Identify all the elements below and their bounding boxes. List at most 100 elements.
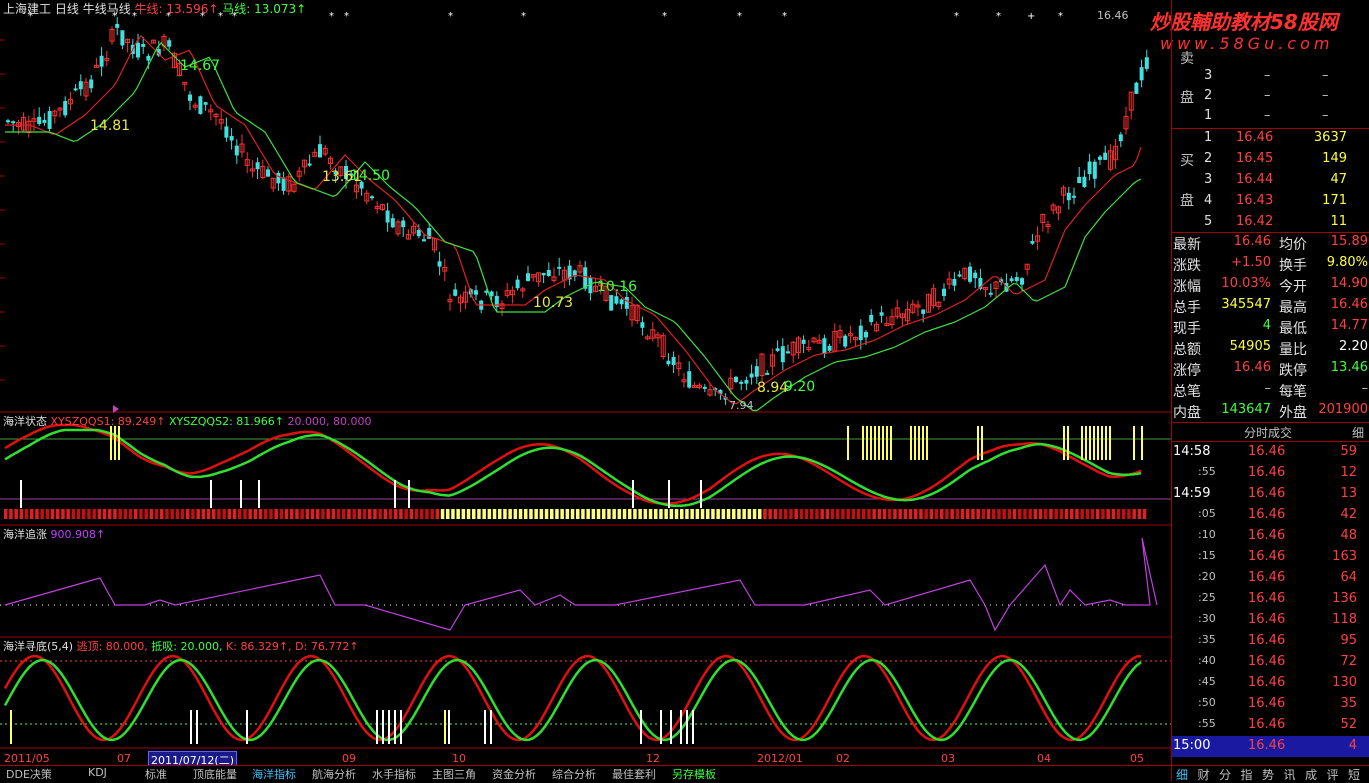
- right-tab[interactable]: 势: [1262, 766, 1274, 783]
- candle-body: [1139, 67, 1144, 81]
- tick-volume: 136: [1332, 591, 1357, 606]
- tab-save-template[interactable]: 另存模板: [672, 766, 716, 781]
- right-tab[interactable]: 短: [1348, 766, 1360, 783]
- right-tab[interactable]: 指: [1241, 766, 1253, 783]
- state-strip-bar: [258, 509, 263, 519]
- tick-price: 16.46: [1248, 465, 1286, 480]
- tab-comprehensive-analysis[interactable]: 综合分析: [552, 766, 596, 781]
- right-tab[interactable]: 讯: [1284, 766, 1296, 783]
- tick-time: :40: [1198, 654, 1216, 667]
- state-strip-bar: [295, 509, 299, 519]
- candle-body: [624, 297, 629, 309]
- state-strip-bar: [477, 509, 481, 519]
- state-strip-bar: [1023, 509, 1027, 519]
- panel3-label-escape: 逃顶:: [76, 640, 103, 653]
- tick-row: 14:59 16.46 13: [1172, 484, 1369, 505]
- state-strip-bar: [144, 509, 148, 519]
- state-strip-bar: [76, 509, 81, 519]
- state-strip-bar: [841, 509, 845, 519]
- xaxis-label: 10: [452, 752, 466, 765]
- quote-label: 涨停: [1173, 363, 1201, 379]
- right-tab[interactable]: 评: [1327, 766, 1339, 783]
- tab-dde[interactable]: DDE决策: [6, 766, 52, 781]
- tab-main-triangle[interactable]: 主图三角: [432, 766, 476, 781]
- candle-body: [869, 314, 874, 322]
- tab-ocean-indicator[interactable]: 海洋指标: [252, 766, 296, 781]
- signal-bar: [914, 426, 916, 460]
- tick-time: :25: [1198, 591, 1216, 604]
- quote-label: 现手: [1173, 321, 1201, 337]
- order-level: 3: [1204, 172, 1213, 187]
- candle-body: [822, 338, 827, 354]
- right-tab[interactable]: 分: [1219, 766, 1231, 783]
- tick-time: :20: [1198, 570, 1216, 583]
- candle-body: [942, 288, 946, 296]
- star-marker: *: [448, 11, 453, 22]
- candle-body: [666, 360, 671, 365]
- state-strip-bar: [35, 509, 39, 519]
- state-strip-bar: [1075, 509, 1079, 519]
- signal-bar: [394, 480, 396, 508]
- state-strip-bar: [227, 509, 232, 519]
- right-tab[interactable]: 细: [1176, 766, 1188, 783]
- state-strip-bar: [238, 509, 242, 519]
- tab-navigation-analysis[interactable]: 航海分析: [312, 766, 356, 781]
- signal-bar: [210, 480, 212, 508]
- candle-body: [198, 96, 203, 114]
- tab-best-arbitrage[interactable]: 最佳套利: [612, 766, 656, 781]
- xaxis-label: 07: [117, 752, 131, 765]
- state-strip-bar: [14, 509, 18, 519]
- candle-body: [1072, 195, 1076, 198]
- quote-row: 总额 54905 量比 2.20: [1172, 337, 1369, 358]
- tick-row: 14:58 16.46 59: [1172, 442, 1369, 463]
- quote-label: 涨幅: [1173, 279, 1201, 295]
- state-strip-bar: [570, 509, 575, 519]
- candle-body: [416, 229, 421, 237]
- order-level: 3: [1204, 68, 1213, 83]
- tab-standard[interactable]: 标准: [145, 766, 167, 781]
- signal-bar: [882, 426, 884, 460]
- tab-kdj[interactable]: KDJ: [88, 766, 107, 781]
- right-tab[interactable]: 成: [1305, 766, 1317, 783]
- tab-fund-analysis[interactable]: 资金分析: [492, 766, 536, 781]
- sell-order-row: 3 – –: [1172, 66, 1369, 87]
- state-strip-bar: [544, 509, 549, 519]
- state-strip-bar: [66, 509, 70, 519]
- order-price: –: [1264, 88, 1271, 103]
- signal-bar: [1093, 426, 1095, 460]
- state-strip-bar: [248, 509, 252, 519]
- state-strip-bar: [836, 509, 840, 519]
- tab-top-bottom-energy[interactable]: 顶底能量: [193, 766, 237, 781]
- state-strip-bar: [1049, 509, 1053, 519]
- candle-body: [739, 381, 744, 384]
- candle-body: [229, 135, 234, 141]
- tick-time: 15:00: [1173, 738, 1211, 753]
- signal-bar: [1105, 426, 1107, 460]
- star-marker: *: [329, 11, 334, 22]
- tick-price: 16.46: [1248, 738, 1286, 753]
- state-strip-bar: [586, 509, 590, 519]
- bottom-signal-bar: [246, 710, 248, 744]
- candle-body: [370, 196, 374, 199]
- state-strip-bar: [555, 509, 559, 519]
- signal-bar: [1067, 426, 1069, 460]
- state-strip-bar: [596, 509, 601, 519]
- state-strip-bar: [498, 509, 502, 519]
- quote-value: 345547: [1221, 297, 1271, 312]
- state-strip-bar: [196, 509, 200, 519]
- right-tab[interactable]: 财: [1198, 766, 1210, 783]
- panel3-label-absorb: 抵吸:: [151, 640, 178, 653]
- candle-body: [687, 371, 692, 388]
- state-strip-bar: [19, 509, 24, 519]
- candle-body: [1144, 57, 1149, 69]
- state-strip-bar: [602, 509, 606, 519]
- state-strip-bar: [264, 509, 268, 519]
- state-strip-bar: [300, 509, 304, 519]
- candle-body: [1014, 277, 1019, 282]
- state-strip-bar: [305, 509, 310, 519]
- tab-sailor-indicator[interactable]: 水手指标: [372, 766, 416, 781]
- ticks-detail-link[interactable]: 细: [1352, 424, 1364, 441]
- bottom-signal-bar: [382, 710, 384, 744]
- order-volume: 47: [1330, 172, 1347, 187]
- candle-body: [115, 23, 120, 28]
